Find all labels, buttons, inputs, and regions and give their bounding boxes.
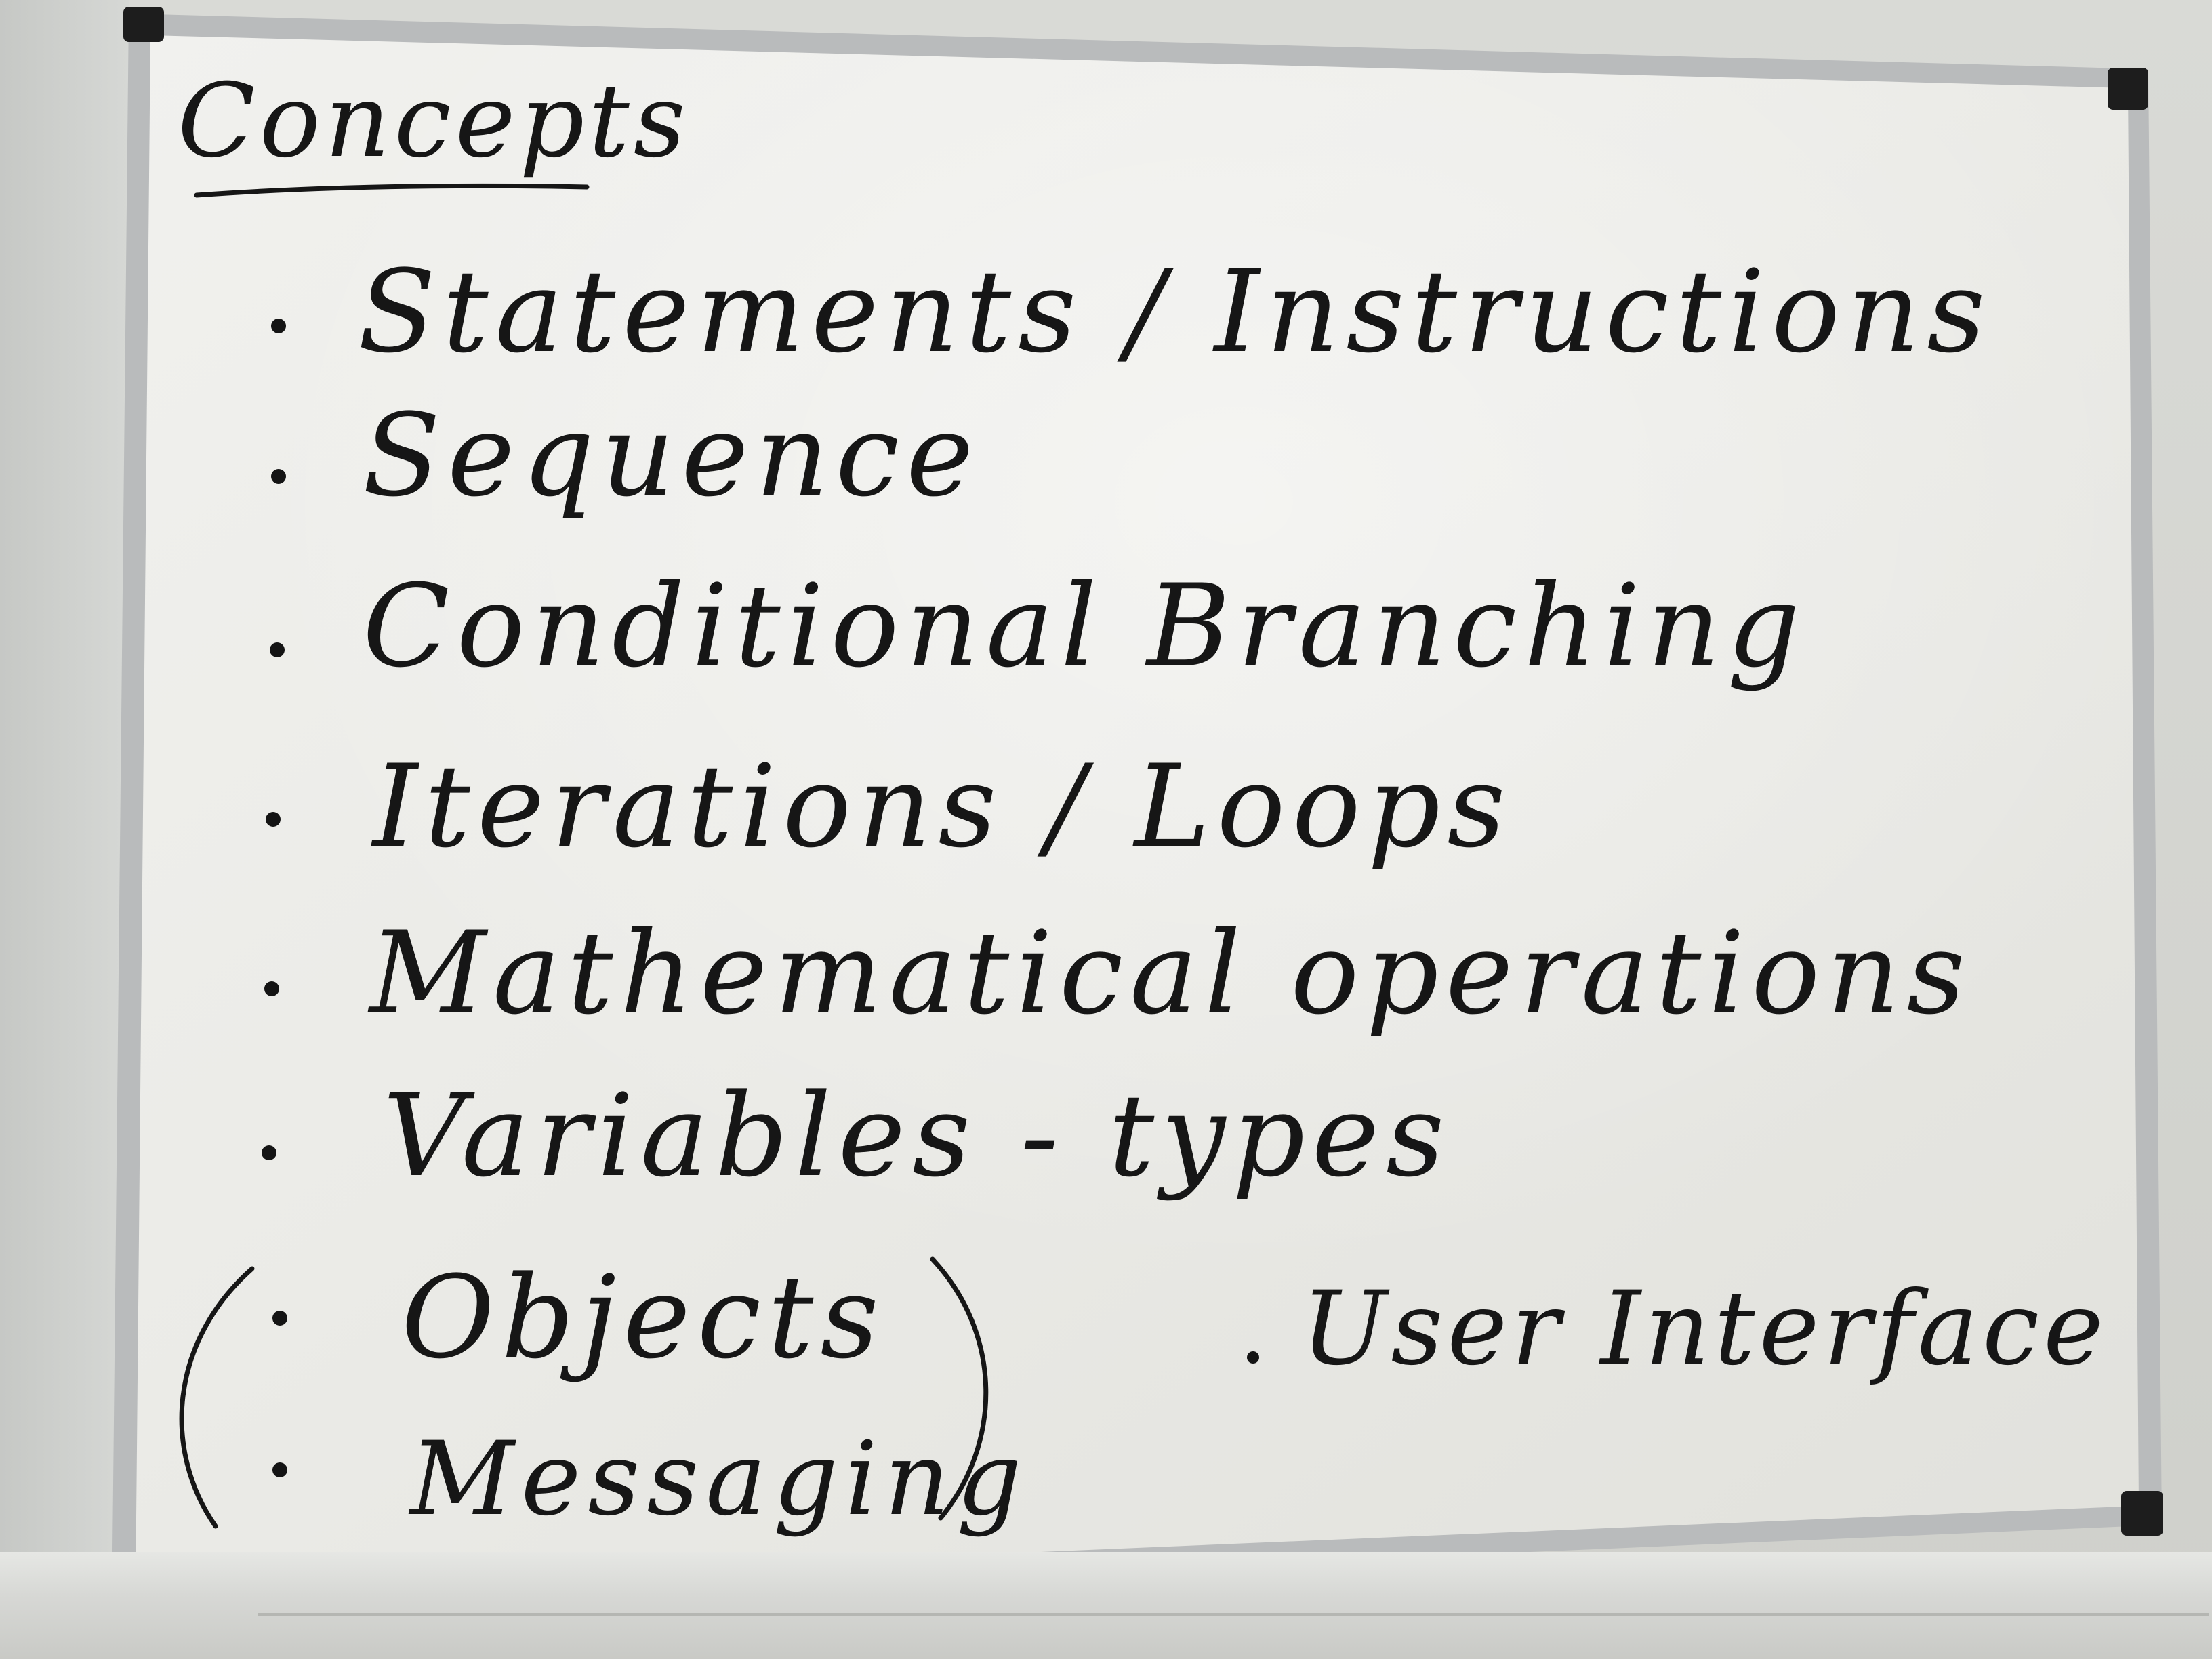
bullet-3 [270,642,285,657]
marker-tray [0,1552,2212,1659]
whiteboard-photo: Concepts Statements / Instructions Seque… [0,0,2212,1659]
bullet-2 [271,469,286,484]
marker-tray-edge [258,1613,2209,1616]
frame-corner-top-right [2108,68,2148,110]
frame-corner-bottom-right [2121,1491,2163,1536]
item-sequence: Sequence [363,389,981,522]
item-conditional-branching: Conditional Branching [363,560,1807,693]
bullet-objects [272,1311,287,1326]
item-iterations-loops: Iterations / Loops [373,740,1513,873]
item-variables-types: Variables - types [383,1069,1452,1202]
bullet-1 [271,319,286,333]
bullet-messaging [272,1462,287,1477]
item-messaging: Messaging [410,1420,1029,1538]
item-objects: Objects [401,1251,886,1384]
heading-concepts: Concepts [178,62,690,180]
item-statements-instructions: Statements / Instructions [358,245,1992,378]
bullet-6 [262,1145,276,1160]
frame-corner-top-left [123,7,164,42]
bullet-user-interface [1247,1351,1259,1364]
bullet-5 [264,981,279,996]
item-mathematical-operations: Mathematical operations [369,907,1972,1040]
bullet-4 [266,812,281,827]
item-user-interface: User Interface [1301,1270,2108,1388]
